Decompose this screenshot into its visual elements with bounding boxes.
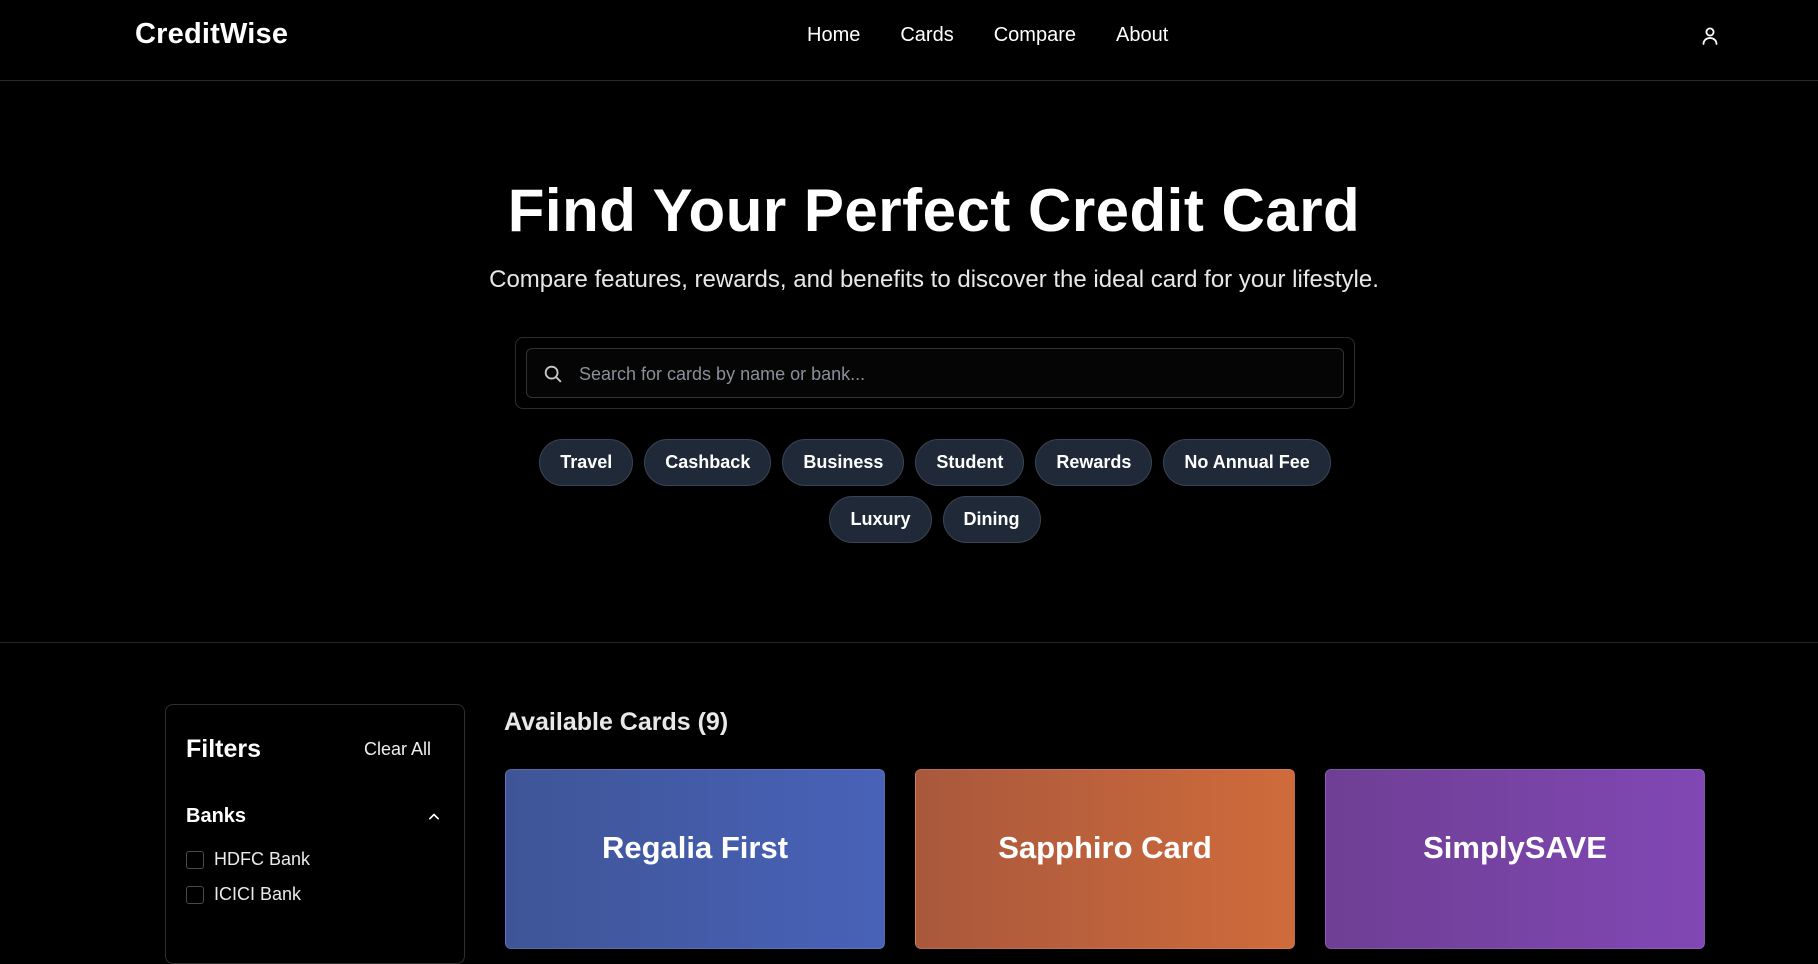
- search-container: [515, 337, 1355, 409]
- card-name: Regalia First: [601, 830, 789, 865]
- chip-rewards[interactable]: Rewards: [1035, 439, 1153, 486]
- bank-option-hdfc[interactable]: HDFC Bank: [186, 849, 310, 870]
- search-input[interactable]: [577, 349, 1341, 399]
- chip-luxury[interactable]: Luxury: [829, 496, 932, 543]
- user-account-button[interactable]: [1698, 24, 1722, 48]
- chip-travel[interactable]: Travel: [539, 439, 634, 486]
- filters-title: Filters: [186, 735, 262, 763]
- card-tile-simplysave[interactable]: SimplySAVE: [1325, 769, 1705, 949]
- bank-option-icici[interactable]: ICICI Bank: [186, 884, 301, 905]
- bank-option-label: ICICI Bank: [214, 884, 302, 904]
- section-divider: [0, 642, 1818, 643]
- filters-panel: Filters Clear All Banks HDFC Bank ICICI …: [165, 704, 465, 964]
- bank-checkbox[interactable]: [186, 850, 204, 869]
- nav-about[interactable]: About: [1116, 24, 1168, 47]
- nav-compare[interactable]: Compare: [994, 24, 1076, 47]
- card-tile-sapphiro-card[interactable]: Sapphiro Card: [915, 769, 1295, 949]
- card-tile-regalia-first[interactable]: Regalia First: [505, 769, 885, 949]
- page-subtitle: Compare features, rewards, and benefits …: [489, 266, 1379, 293]
- banks-filter-title[interactable]: Banks: [186, 805, 246, 828]
- chip-dining[interactable]: Dining: [942, 496, 1041, 543]
- search-icon: [544, 365, 562, 383]
- page-title: Find Your Perfect Credit Card: [507, 177, 1361, 244]
- cards-section-title: Available Cards (9): [504, 708, 729, 736]
- clear-all-button[interactable]: Clear All: [364, 739, 431, 760]
- nav-cards[interactable]: Cards: [900, 24, 953, 47]
- chip-student[interactable]: Student: [915, 439, 1025, 486]
- user-icon: [1702, 27, 1718, 45]
- card-name: Sapphiro Card: [998, 830, 1212, 865]
- chip-business[interactable]: Business: [782, 439, 905, 486]
- chevron-up-icon[interactable]: [424, 807, 444, 827]
- search-box[interactable]: [526, 348, 1344, 399]
- chip-cashback[interactable]: Cashback: [644, 439, 772, 486]
- card-name: SimplySAVE: [1423, 830, 1607, 865]
- brand-logo[interactable]: CreditWise: [135, 18, 288, 51]
- bank-checkbox[interactable]: [186, 885, 204, 904]
- top-nav-bar: CreditWise Home Cards Compare About: [0, 0, 1818, 81]
- main-nav: Home Cards Compare About: [807, 24, 1168, 47]
- nav-home[interactable]: Home: [807, 24, 860, 47]
- bank-option-label: HDFC Bank: [214, 849, 311, 869]
- category-chips: Travel Cashback Business Student Rewards…: [485, 439, 1385, 543]
- chip-no-annual-fee[interactable]: No Annual Fee: [1163, 439, 1331, 486]
